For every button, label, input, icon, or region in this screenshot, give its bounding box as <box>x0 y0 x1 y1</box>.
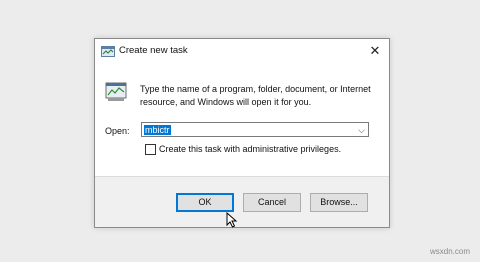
admin-privileges-label[interactable]: Create this task with administrative pri… <box>159 144 341 154</box>
title-bar[interactable]: Create new task ✕ <box>95 39 389 63</box>
cancel-button[interactable]: Cancel <box>243 193 301 212</box>
chevron-down-icon[interactable]: ⌵ <box>358 124 365 136</box>
button-bar: OK Cancel Browse... <box>95 176 389 227</box>
dialog-description: Type the name of a program, folder, docu… <box>140 84 371 107</box>
window-title: Create new task <box>119 45 188 56</box>
open-label: Open: <box>105 126 130 136</box>
close-button[interactable]: ✕ <box>367 43 383 59</box>
mouse-pointer-icon <box>226 212 238 228</box>
admin-privileges-checkbox[interactable] <box>145 144 156 155</box>
browse-button[interactable]: Browse... <box>310 193 368 212</box>
ok-button[interactable]: OK <box>176 193 234 212</box>
open-input-value[interactable]: mbictr <box>144 125 171 135</box>
task-manager-icon <box>101 46 115 57</box>
watermark: wsxdn.com <box>429 247 470 256</box>
close-icon: ✕ <box>369 43 381 58</box>
open-combobox[interactable]: mbictr ⌵ <box>141 122 369 137</box>
create-new-task-dialog: Create new task ✕ Type the name of a pro… <box>94 38 390 228</box>
run-task-icon <box>105 82 127 101</box>
